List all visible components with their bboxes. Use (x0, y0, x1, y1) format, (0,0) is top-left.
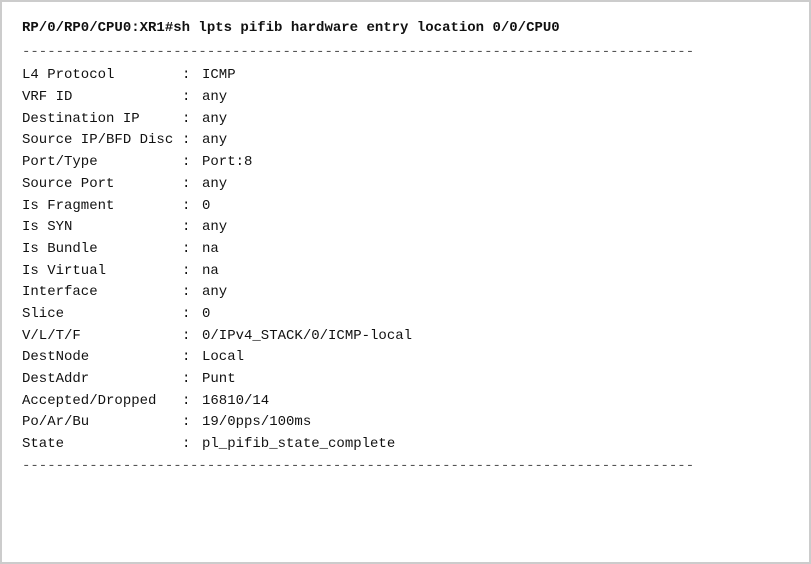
entry-key: Accepted/Dropped (22, 391, 182, 413)
entry-value: pl_pifib_state_complete (202, 434, 395, 456)
entry-value: any (202, 217, 227, 239)
entries-container: L4 Protocol: ICMPVRF ID: anyDestination … (22, 65, 789, 455)
entry-separator: : (182, 369, 202, 391)
entry-value: any (202, 174, 227, 196)
table-row: Po/Ar/Bu: 19/0pps/100ms (22, 412, 789, 434)
entry-key: State (22, 434, 182, 456)
table-row: Slice: 0 (22, 304, 789, 326)
bottom-divider: ----------------------------------------… (22, 456, 789, 478)
entry-separator: : (182, 217, 202, 239)
table-row: Port/Type: Port:8 (22, 152, 789, 174)
entry-value: 0 (202, 196, 210, 218)
table-row: DestAddr: Punt (22, 369, 789, 391)
table-row: Interface: any (22, 282, 789, 304)
entry-value: Local (202, 347, 244, 369)
table-row: VRF ID: any (22, 87, 789, 109)
entry-value: any (202, 282, 227, 304)
entry-key: Slice (22, 304, 182, 326)
entry-separator: : (182, 174, 202, 196)
entry-value: 16810/14 (202, 391, 269, 413)
entry-separator: : (182, 109, 202, 131)
entry-separator: : (182, 326, 202, 348)
entry-separator: : (182, 412, 202, 434)
entry-key: Po/Ar/Bu (22, 412, 182, 434)
entry-key: Is Virtual (22, 261, 182, 283)
entry-key: Port/Type (22, 152, 182, 174)
entry-key: DestNode (22, 347, 182, 369)
entry-separator: : (182, 434, 202, 456)
table-row: L4 Protocol: ICMP (22, 65, 789, 87)
entry-value: any (202, 109, 227, 131)
table-row: V/L/T/F: 0/IPv4_STACK/0/ICMP-local (22, 326, 789, 348)
entry-separator: : (182, 347, 202, 369)
entry-separator: : (182, 391, 202, 413)
entry-value: Port:8 (202, 152, 252, 174)
entry-separator: : (182, 196, 202, 218)
table-row: Is Virtual: na (22, 261, 789, 283)
entry-separator: : (182, 87, 202, 109)
command-line: RP/0/RP0/CPU0:XR1#sh lpts pifib hardware… (22, 18, 789, 40)
entry-separator: : (182, 304, 202, 326)
entry-separator: : (182, 282, 202, 304)
entry-value: na (202, 261, 219, 283)
table-row: Is Fragment: 0 (22, 196, 789, 218)
table-row: Destination IP: any (22, 109, 789, 131)
table-row: Is Bundle: na (22, 239, 789, 261)
entry-key: Is Bundle (22, 239, 182, 261)
table-row: Accepted/Dropped: 16810/14 (22, 391, 789, 413)
entry-key: Interface (22, 282, 182, 304)
top-divider: ----------------------------------------… (22, 42, 789, 64)
entry-key: VRF ID (22, 87, 182, 109)
entry-value: any (202, 87, 227, 109)
entry-separator: : (182, 239, 202, 261)
entry-value: 0 (202, 304, 210, 326)
entry-separator: : (182, 130, 202, 152)
entry-key: L4 Protocol (22, 65, 182, 87)
entry-key: Is SYN (22, 217, 182, 239)
entry-value: any (202, 130, 227, 152)
entry-separator: : (182, 152, 202, 174)
entry-value: Punt (202, 369, 236, 391)
table-row: Is SYN: any (22, 217, 789, 239)
entry-key: DestAddr (22, 369, 182, 391)
entry-value: na (202, 239, 219, 261)
entry-separator: : (182, 65, 202, 87)
terminal-container: RP/0/RP0/CPU0:XR1#sh lpts pifib hardware… (0, 0, 811, 564)
entry-key: Destination IP (22, 109, 182, 131)
entry-key: Is Fragment (22, 196, 182, 218)
entry-key: Source Port (22, 174, 182, 196)
entry-value: 0/IPv4_STACK/0/ICMP-local (202, 326, 412, 348)
entry-key: Source IP/BFD Disc (22, 130, 182, 152)
entry-value: ICMP (202, 65, 236, 87)
table-row: Source Port: any (22, 174, 789, 196)
entry-separator: : (182, 261, 202, 283)
table-row: Source IP/BFD Disc: any (22, 130, 789, 152)
table-row: DestNode: Local (22, 347, 789, 369)
entry-key: V/L/T/F (22, 326, 182, 348)
table-row: State: pl_pifib_state_complete (22, 434, 789, 456)
entry-value: 19/0pps/100ms (202, 412, 311, 434)
